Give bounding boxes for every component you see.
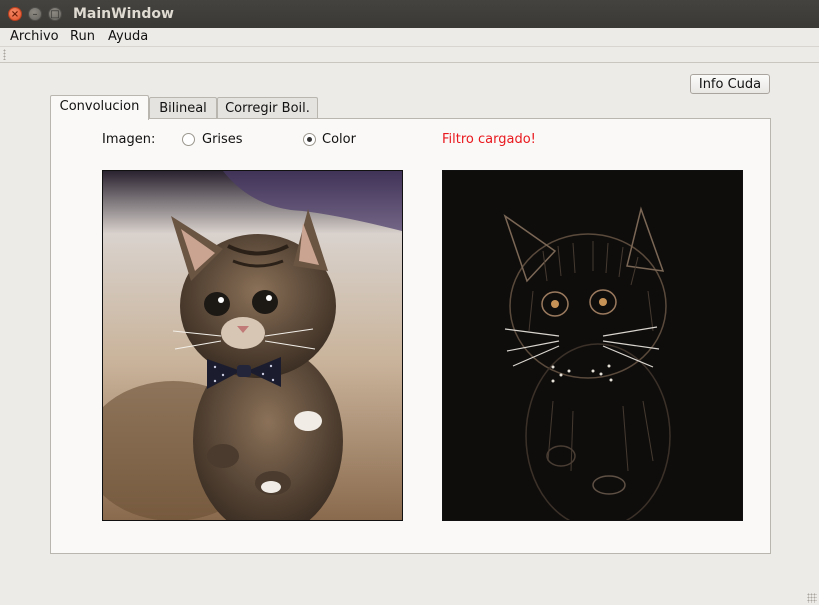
window-title: MainWindow bbox=[73, 6, 174, 22]
tab-bilineal[interactable]: Bilineal bbox=[149, 97, 217, 120]
menu-archivo[interactable]: Archivo bbox=[10, 29, 59, 44]
tab-corregir-boil[interactable]: Corregir Boil. bbox=[217, 97, 318, 120]
filtered-image bbox=[442, 170, 743, 521]
menu-ayuda[interactable]: Ayuda bbox=[108, 29, 148, 44]
status-label: Filtro cargado! bbox=[442, 132, 536, 147]
grises-label[interactable]: Grises bbox=[202, 132, 243, 147]
color-radio[interactable] bbox=[303, 133, 316, 146]
color-label[interactable]: Color bbox=[322, 132, 356, 147]
grises-radio[interactable] bbox=[182, 133, 195, 146]
toolbar-grip-icon[interactable] bbox=[3, 49, 6, 60]
title-bar: × – □ MainWindow bbox=[0, 0, 819, 28]
close-icon[interactable]: × bbox=[8, 7, 22, 21]
imagen-label: Imagen: bbox=[102, 132, 156, 147]
info-cuda-button[interactable]: Info Cuda bbox=[690, 74, 770, 94]
minimize-icon[interactable]: – bbox=[28, 7, 42, 21]
maximize-icon[interactable]: □ bbox=[48, 7, 62, 21]
resize-grip-icon[interactable] bbox=[807, 593, 817, 603]
menu-bar: Archivo Run Ayuda bbox=[0, 28, 819, 47]
toolbar bbox=[0, 47, 819, 63]
tab-convolucion[interactable]: Convolucion bbox=[50, 95, 149, 120]
original-image bbox=[102, 170, 403, 521]
menu-run[interactable]: Run bbox=[70, 29, 95, 44]
